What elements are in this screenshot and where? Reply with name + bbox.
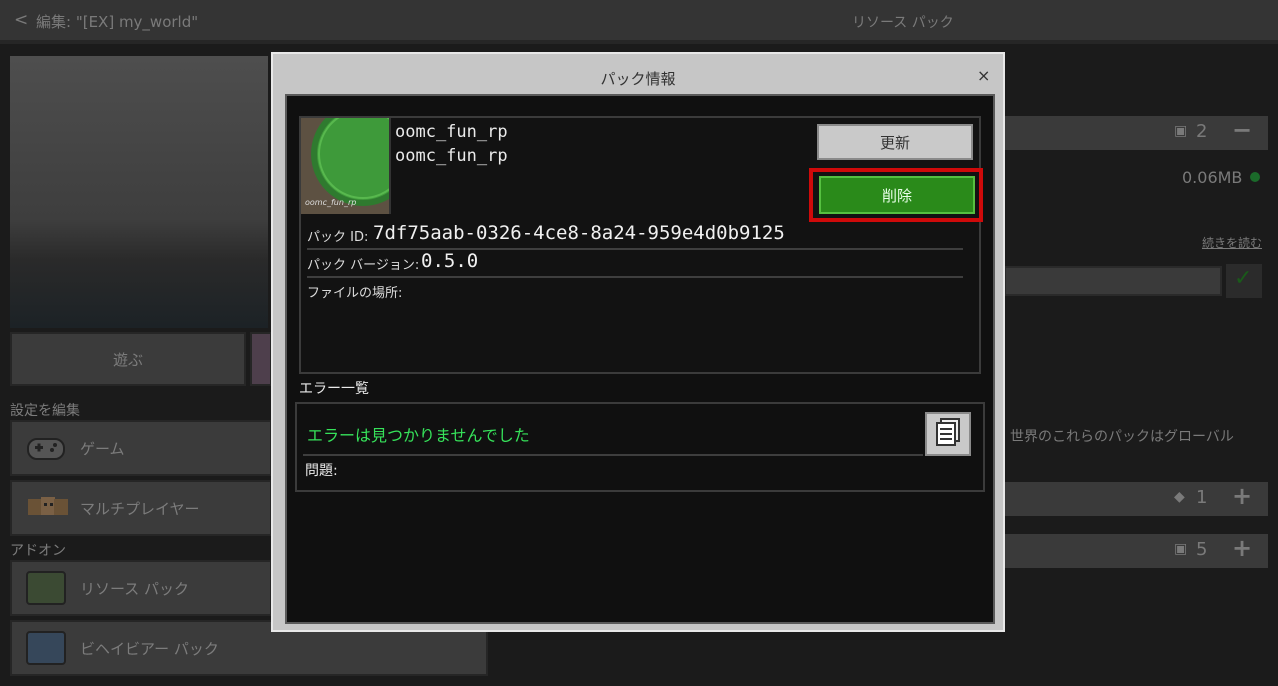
pack-count-icon: ◆ xyxy=(1174,489,1185,505)
players-icon xyxy=(26,491,68,525)
copy-button[interactable] xyxy=(925,412,971,456)
error-list-heading: エラー一覧 xyxy=(299,381,369,397)
read-more-link[interactable]: 続きを読む xyxy=(1202,234,1262,251)
global-pack-row-1[interactable]: ◆ 1 + xyxy=(1004,482,1268,516)
behavior-pack-icon xyxy=(26,631,66,665)
status-dot xyxy=(1250,172,1260,182)
no-errors-message: エラーは見つかりませんでした xyxy=(307,426,530,445)
multiplayer-settings-button[interactable]: マルチプレイヤー xyxy=(10,480,272,536)
minus-icon[interactable]: − xyxy=(1232,116,1252,144)
separator xyxy=(307,276,963,278)
addons-section-label: アドオン xyxy=(10,543,66,559)
resource-pack-label: リソース パック xyxy=(80,579,190,598)
behavior-pack-label: ビヘイビアー パック xyxy=(80,639,219,658)
resource-pack-button[interactable]: リソース パック xyxy=(10,560,272,616)
delete-button[interactable]: 削除 xyxy=(819,176,975,214)
check-icon: ✓ xyxy=(1234,266,1253,291)
file-location-label: ファイルの場所: xyxy=(307,286,403,301)
secondary-play-button[interactable] xyxy=(250,332,272,386)
delete-highlight: 削除 xyxy=(809,168,983,222)
update-button[interactable]: 更新 xyxy=(817,124,973,160)
back-button[interactable]: < xyxy=(14,10,28,30)
pack-version-value: 0.5.0 xyxy=(421,250,479,272)
chevron-left-icon: < xyxy=(14,10,29,30)
clipboard-icon xyxy=(935,417,961,451)
pack-thumbnail-icon: oomc_fun_rp xyxy=(301,118,391,214)
pack-count-icon: ▣ xyxy=(1174,123,1188,139)
settings-section-label: 設定を編集 xyxy=(10,403,80,419)
pack-size: 0.06MB xyxy=(1182,168,1243,187)
global-pack-row-2[interactable]: ▣ 5 + xyxy=(1004,534,1268,568)
error-list-box: エラーは見つかりませんでした 問題: xyxy=(295,402,985,492)
controller-icon xyxy=(26,431,66,465)
pack-info-box: oomc_fun_rp oomc_fun_rp oomc_fun_rp 更新 削… xyxy=(299,116,983,374)
pack-id-label: パック ID: xyxy=(307,230,369,245)
multiplayer-settings-label: マルチプレイヤー xyxy=(80,499,200,518)
right-pane-title: リソース パック xyxy=(852,15,954,31)
global-toggle-field[interactable] xyxy=(1004,266,1222,296)
pack-info-dialog: パック情報 × oomc_fun_rp oomc_fun_rp oomc_fun… xyxy=(271,52,1005,632)
pack-name: oomc_fun_rp xyxy=(395,122,508,142)
active-pack-count: 2 xyxy=(1196,121,1208,142)
thumb-caption: oomc_fun_rp xyxy=(305,198,357,207)
page-title: 編集: "[EX] my_world" xyxy=(36,13,199,31)
plus-icon[interactable]: + xyxy=(1232,534,1252,562)
close-icon[interactable]: × xyxy=(977,66,990,85)
top-bar-shadow xyxy=(0,40,1278,44)
dialog-title: パック情報 xyxy=(600,70,676,88)
world-preview xyxy=(10,56,268,328)
pack-description: oomc_fun_rp xyxy=(395,146,508,166)
game-settings-button[interactable]: ゲーム xyxy=(10,420,272,476)
pack-count-icon: ▣ xyxy=(1174,541,1188,557)
game-settings-label: ゲーム xyxy=(80,439,125,458)
pack-id-value: 7df75aab-0326-4ce8-8a24-959e4d0b9125 xyxy=(373,222,785,244)
resource-pack-icon xyxy=(26,571,66,605)
pack-count-1: 1 xyxy=(1196,487,1208,508)
separator xyxy=(303,454,923,456)
confirm-button[interactable]: ✓ xyxy=(1226,264,1262,298)
pack-version-label: パック バージョン: xyxy=(307,258,420,273)
global-packs-text: 世界のこれらのパックはグローバル xyxy=(1010,429,1234,445)
separator xyxy=(307,248,963,250)
active-packs-row[interactable]: ▣ 2 − xyxy=(1004,116,1268,150)
dialog-body: oomc_fun_rp oomc_fun_rp oomc_fun_rp 更新 削… xyxy=(285,94,995,624)
plus-icon[interactable]: + xyxy=(1232,482,1252,510)
issues-label: 問題: xyxy=(305,463,338,479)
play-button[interactable]: 遊ぶ xyxy=(10,332,246,386)
pack-count-2: 5 xyxy=(1196,539,1208,560)
